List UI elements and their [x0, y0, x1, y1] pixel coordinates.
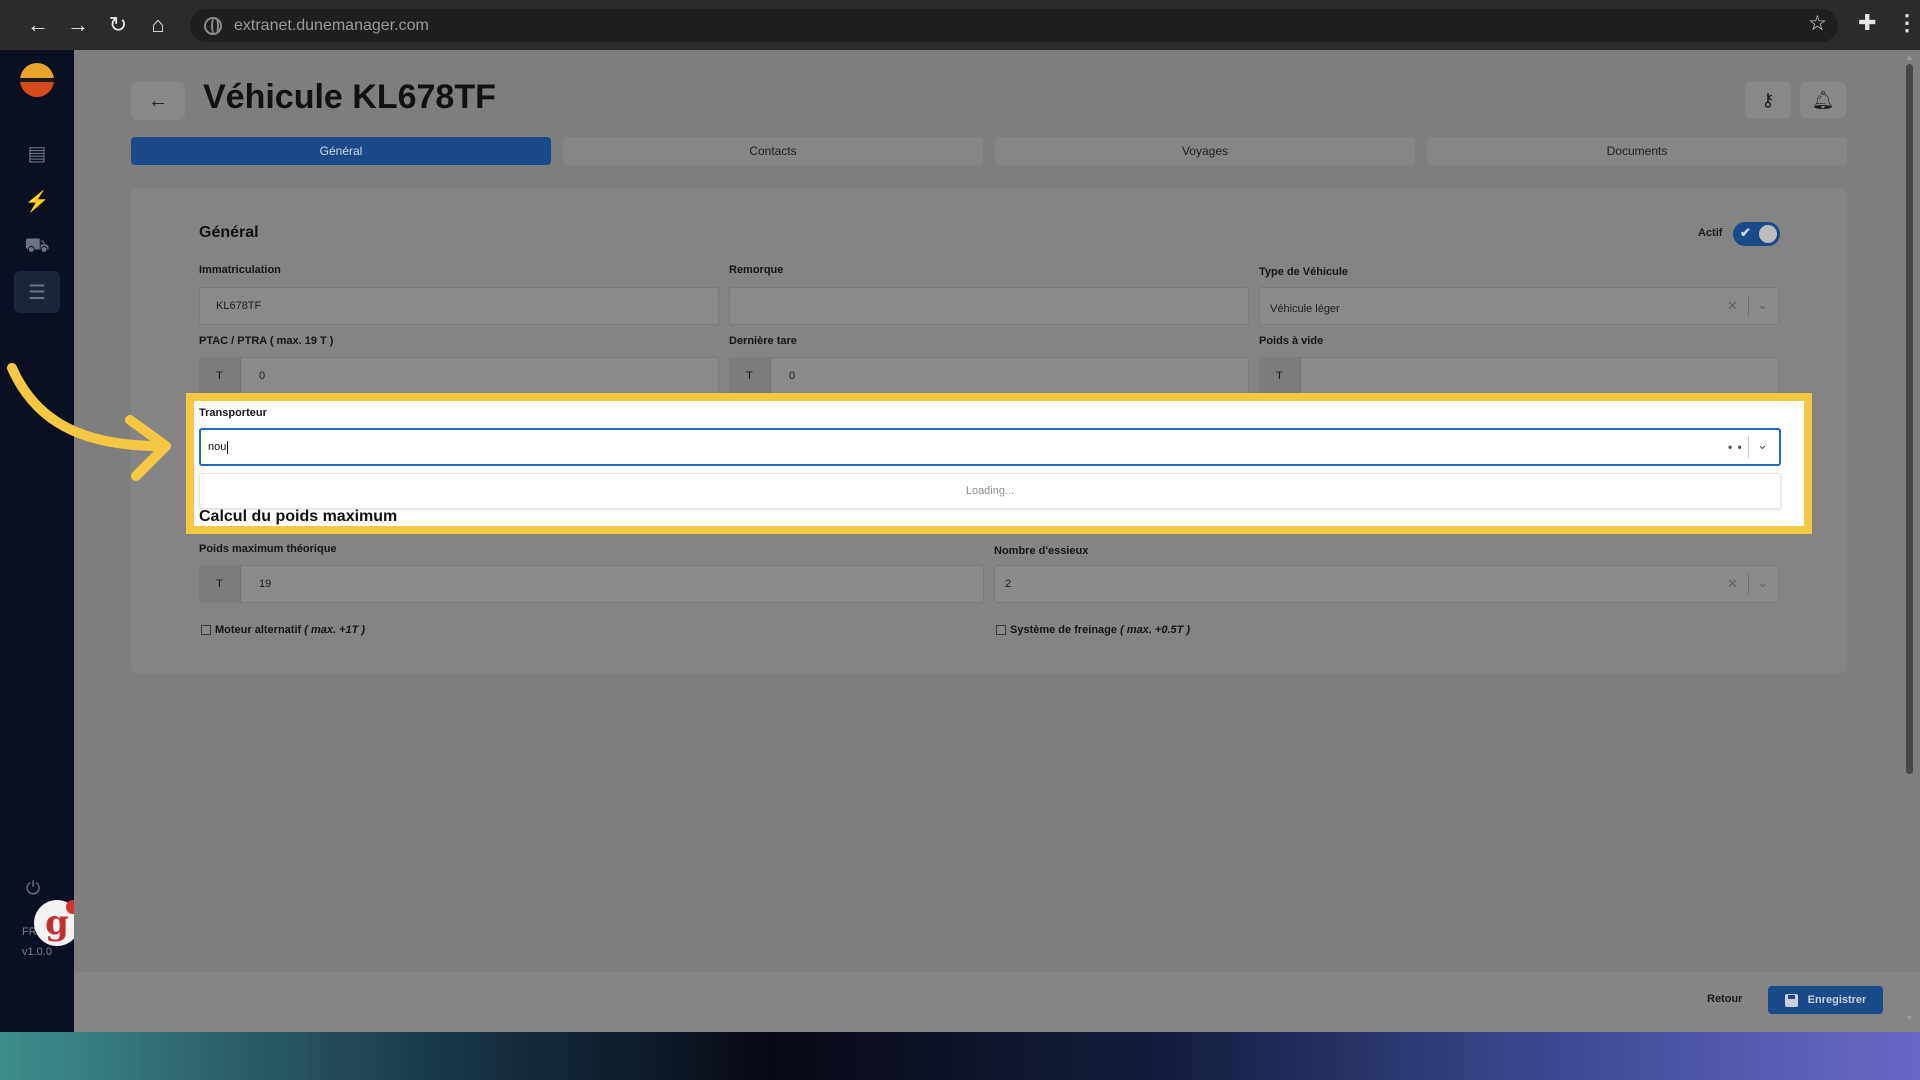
ptac-label: PTAC / PTRA ( max. 19 T ) [199, 335, 334, 347]
transporteur-label: Transporteur [199, 407, 267, 419]
tare-value: 0 [789, 370, 796, 382]
poids-vide-label: Poids à vide [1259, 335, 1324, 347]
version-label: v1.0.0 [22, 946, 52, 958]
page-title: Véhicule KL678TF [203, 78, 496, 116]
essieux-value: 2 [1005, 578, 1012, 590]
derniere-tare-label: Dernière tare [729, 335, 797, 347]
check-icon: ✔ [1740, 225, 1751, 240]
bookmark-star-icon[interactable]: ☆ [1808, 11, 1827, 36]
poids-max-value: 19 [259, 578, 272, 590]
page-scrollbar[interactable] [1906, 64, 1913, 774]
tare-unit: T [729, 357, 771, 395]
bell-button[interactable]: 🔔︎ [1800, 82, 1846, 118]
ptac-input[interactable] [199, 357, 719, 395]
immatriculation-value: KL678TF [216, 300, 262, 312]
forward-arrow-icon[interactable]: → [58, 5, 98, 45]
type-vehicule-value: Véhicule léger [1270, 303, 1340, 315]
clear-x-icon[interactable]: ✕ [1727, 576, 1738, 592]
ptac-value: 0 [259, 370, 266, 382]
extensions-puzzle-icon[interactable]: ✚ [1858, 10, 1876, 36]
app-logo [20, 63, 54, 97]
retour-button[interactable]: Retour [1707, 993, 1742, 1005]
section-title-calcul: Calcul du poids maximum [199, 508, 398, 525]
tab-voyages[interactable]: Voyages [995, 137, 1415, 165]
systeme-freinage-label: Système de freinage ( max. +0.5T ) [1010, 624, 1190, 636]
globe-icon [204, 16, 222, 35]
moteur-alternatif-note: ( max. +1T ) [304, 624, 366, 636]
moteur-alternatif-checkbox[interactable] [201, 625, 211, 635]
key-icon: ⚷ [1761, 89, 1775, 110]
url-text: extranet.dunemanager.com [234, 16, 429, 34]
moteur-alternatif-text: Moteur alternatif [215, 624, 302, 636]
section-title-general: Général [199, 224, 259, 241]
systeme-freinage-checkbox[interactable] [996, 625, 1006, 635]
transporteur-value: nou [208, 441, 227, 453]
immatriculation-input[interactable]: KL678TF [199, 287, 719, 325]
select-separator [1748, 295, 1749, 317]
poids-max-input[interactable] [199, 565, 984, 603]
derniere-tare-input[interactable] [729, 357, 1249, 395]
save-label: Enregistrer [1807, 994, 1867, 1006]
loading-text: Loading... [965, 485, 1015, 497]
chevron-down-icon[interactable]: ⌄ [1757, 297, 1768, 313]
immatriculation-label: Immatriculation [199, 264, 281, 276]
select-separator [1748, 573, 1749, 595]
arrow-left-icon: ← [148, 89, 168, 112]
text-caret [227, 440, 229, 454]
essieux-label: Nombre d'essieux [994, 545, 1089, 557]
essieux-select[interactable]: 2 [994, 565, 1779, 603]
actif-toggle[interactable]: ✔ [1733, 222, 1780, 246]
tab-contacts[interactable]: Contacts [563, 137, 983, 165]
reload-icon[interactable]: ↻ [98, 5, 138, 45]
floppy-disk-icon [1784, 993, 1798, 1007]
ptac-unit: T [199, 357, 241, 395]
annotation-arrow-icon [7, 363, 171, 481]
back-arrow-icon[interactable]: ← [18, 5, 58, 45]
desktop-background-strip [0, 1032, 1920, 1080]
clear-x-icon[interactable]: ✕ [1727, 298, 1738, 314]
actif-label: Actif [1698, 227, 1723, 239]
bell-icon: 🔔︎ [1811, 89, 1835, 110]
list-icon[interactable]: ☰ [14, 271, 60, 313]
loading-dots-icon: • • [1728, 440, 1743, 454]
home-icon[interactable]: ⌂ [138, 5, 178, 45]
key-button[interactable]: ⚷ [1745, 82, 1791, 118]
power-icon[interactable]: ⏻ [26, 878, 40, 899]
poids-max-unit: T [199, 565, 241, 603]
tab-general[interactable]: Général [131, 137, 551, 165]
remorque-input[interactable] [729, 287, 1249, 325]
scroll-down-icon[interactable]: ▼ [1905, 1013, 1914, 1023]
systeme-freinage-text: Système de freinage [1010, 624, 1117, 636]
toggle-knob [1759, 225, 1777, 243]
tab-documents[interactable]: Documents [1427, 137, 1847, 165]
vide-unit: T [1259, 357, 1301, 395]
transporteur-input[interactable]: nou [199, 428, 1781, 466]
address-bar[interactable]: extranet.dunemanager.com [190, 9, 1838, 42]
document-icon[interactable]: ▤ [22, 138, 52, 168]
type-vehicule-select[interactable]: Véhicule léger [1259, 287, 1779, 325]
select-separator [1748, 436, 1749, 458]
chevron-down-icon[interactable]: ⌄ [1757, 575, 1768, 591]
poids-vide-input[interactable] [1259, 357, 1779, 395]
systeme-freinage-note: ( max. +0.5T ) [1120, 624, 1191, 636]
poids-max-label: Poids maximum théorique [199, 543, 337, 555]
remorque-label: Remorque [729, 264, 784, 276]
back-button[interactable]: ← [131, 82, 185, 120]
bolt-icon[interactable]: ⚡ [22, 186, 52, 216]
moteur-alternatif-label: Moteur alternatif ( max. +1T ) [215, 624, 365, 636]
save-button[interactable]: Enregistrer [1768, 986, 1883, 1014]
browser-menu-icon[interactable]: ⋮ [1896, 10, 1918, 36]
form-footer [74, 972, 1920, 1032]
truck-icon[interactable]: ⛟ [22, 232, 52, 262]
chevron-down-icon[interactable]: ⌄ [1757, 437, 1768, 453]
type-vehicule-label: Type de Véhicule [1259, 266, 1349, 278]
scroll-up-icon[interactable]: ▲ [1905, 52, 1914, 62]
transporteur-dropdown: Loading... [199, 473, 1781, 509]
